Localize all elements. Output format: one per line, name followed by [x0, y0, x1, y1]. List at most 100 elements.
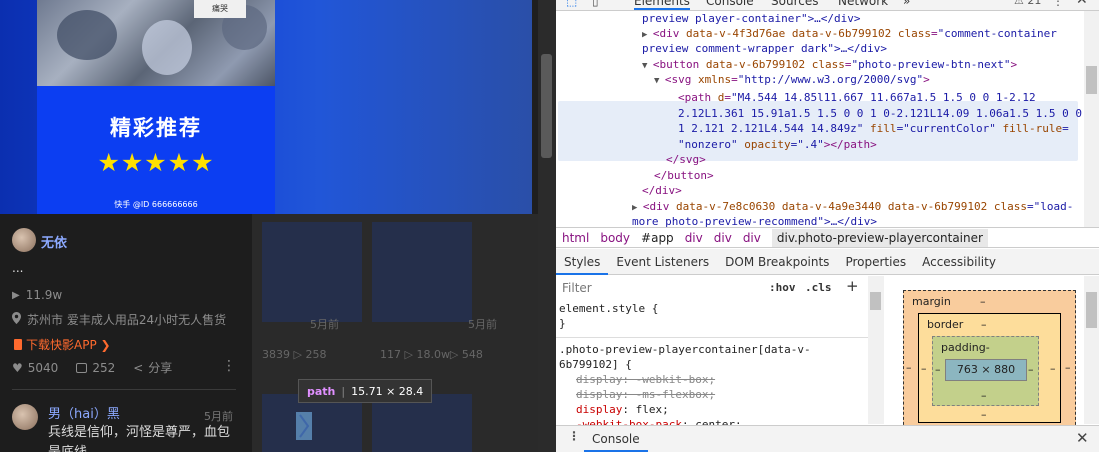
dom-line[interactable]: ▼ <svg xmlns="http://www.w3.org/2000/svg…	[654, 72, 1086, 90]
dom-scrollbar[interactable]	[1084, 11, 1099, 227]
dom-line[interactable]: </svg>	[666, 152, 1086, 168]
property-value[interactable]: : flex;	[622, 403, 668, 416]
more-options-icon[interactable]: ⋮	[222, 359, 236, 373]
warning-count[interactable]: ⚠ 21	[1014, 0, 1041, 7]
dom-line-selected[interactable]: 1 2.121 2.121L4.544 14.849z" fill="curre…	[678, 121, 1086, 137]
like-button[interactable]: ♥ 5040	[12, 361, 58, 375]
tab-styles[interactable]: Styles	[556, 249, 609, 275]
video-thumbnail[interactable]: 痛哭	[37, 0, 275, 86]
padding-value[interactable]: –	[981, 389, 987, 402]
hover-state-toggle[interactable]: :hov	[769, 281, 796, 294]
overridden-declaration[interactable]: display: -ms-flexbox;	[576, 388, 715, 401]
collapse-triangle-icon[interactable]: ▼	[642, 61, 653, 71]
dom-line-selected[interactable]: 2.12L1.361 15.91a1.5 1.5 0 0 1 0-2.121L1…	[678, 106, 1086, 122]
recommend-time: 5月前	[310, 318, 339, 331]
tooltip-tag: path	[307, 384, 336, 398]
rule-selector[interactable]: element.style {	[556, 301, 868, 316]
recommend-stats: 3839 ▷ 258	[262, 348, 327, 361]
border-label: border	[927, 318, 964, 331]
box-model-padding[interactable]: padding- – – – 763 × 880	[932, 336, 1039, 406]
styles-filter-input[interactable]	[558, 278, 758, 298]
dom-scrollbar-thumb[interactable]	[1086, 66, 1097, 94]
dom-tree: preview player-container">…</div> ▶ <div…	[556, 11, 1086, 227]
share-button[interactable]: < 分享	[133, 359, 172, 376]
dom-line[interactable]: </button>	[654, 168, 1086, 184]
tab-network[interactable]: Network	[838, 0, 888, 8]
margin-value[interactable]: –	[980, 295, 986, 308]
breadcrumb-item[interactable]: body	[600, 231, 630, 245]
margin-value[interactable]: –	[906, 361, 912, 374]
commenter-avatar[interactable]	[12, 404, 38, 430]
comment-author[interactable]: 男（hai）黑	[48, 403, 120, 422]
comment-button[interactable]: 252	[76, 361, 115, 375]
comment-text: 兵线是信仰，河怪是尊严，血包是底线	[48, 425, 231, 452]
dom-line-selected[interactable]: <path d="M4.544 14.85l11.667 11.667a1.5 …	[678, 90, 1086, 106]
box-model-border[interactable]: border – – – – padding- – – – 763 × 880	[918, 313, 1061, 423]
border-value[interactable]: –	[921, 362, 927, 375]
dom-line[interactable]: </div>	[642, 183, 1086, 199]
drawer-menu-icon[interactable]: ⋮	[568, 429, 580, 443]
drawer-tab-console[interactable]: Console	[584, 426, 648, 452]
breadcrumb-item[interactable]: div	[714, 231, 732, 245]
author-avatar[interactable]	[12, 228, 36, 252]
rule-brace: }	[559, 317, 566, 330]
style-declaration[interactable]: display: -ms-flexbox;	[556, 387, 868, 402]
box-model-margin[interactable]: margin – – – border – – – – padding- – –…	[903, 290, 1076, 430]
tab-dom-breakpoints[interactable]: DOM Breakpoints	[717, 249, 837, 275]
tab-sources[interactable]: Sources	[771, 0, 818, 8]
style-declaration[interactable]: display: flex;	[556, 402, 868, 417]
breadcrumb-item[interactable]: #app	[641, 231, 674, 245]
divider	[12, 389, 236, 390]
border-value[interactable]: –	[981, 408, 987, 421]
collapse-triangle-icon[interactable]: ▼	[654, 76, 665, 86]
device-toolbar-icon[interactable]: ▯	[592, 0, 599, 8]
inspect-element-icon[interactable]: ⬚	[566, 0, 577, 8]
download-app-label: 下载快影APP ❯	[26, 338, 111, 352]
rule-selector[interactable]: .photo-preview-playercontainer[data-v-	[556, 342, 868, 357]
style-declaration[interactable]: display: -webkit-box;	[556, 372, 868, 387]
padding-value[interactable]: –	[935, 363, 941, 376]
class-toggle[interactable]: .cls	[805, 281, 832, 294]
location: 苏州市 爱丰成人用品24小时无人售货	[12, 311, 226, 328]
styles-scrollbar-thumb[interactable]	[870, 292, 881, 310]
tab-console[interactable]: Console	[706, 0, 754, 8]
author-name[interactable]: 无依	[41, 232, 67, 251]
property-name[interactable]: display	[576, 403, 622, 416]
tab-event-listeners[interactable]: Event Listeners	[608, 249, 717, 275]
play-count-value: 11.9w	[25, 288, 63, 302]
expand-triangle-icon[interactable]: ▶	[632, 203, 643, 213]
more-tabs-icon[interactable]: »	[903, 0, 910, 8]
dom-line-selected[interactable]: "nonzero" opacity=".4"></path>	[678, 137, 1086, 153]
tooltip-size: 15.71 × 28.4	[351, 384, 424, 398]
dom-line[interactable]: more photo-preview-recommend">…</div>	[632, 214, 1086, 227]
video-card[interactable]: 痛哭 精彩推荐 ★★★★★ 快手 @ID 666666666	[37, 0, 275, 214]
close-drawer-icon[interactable]: ✕	[1076, 429, 1089, 447]
star-rating: ★★★★★	[97, 148, 215, 177]
new-style-rule-button[interactable]: +	[846, 277, 859, 295]
tab-properties[interactable]: Properties	[837, 249, 914, 275]
breadcrumb-item[interactable]: div	[685, 231, 703, 245]
page-scrollbar-thumb[interactable]	[541, 54, 552, 158]
expand-triangle-icon[interactable]: ▶	[642, 30, 653, 40]
dom-line[interactable]: preview comment-wrapper dark">…</div>	[642, 41, 1086, 57]
box-model-scrollbar-thumb[interactable]	[1086, 292, 1097, 328]
tab-elements[interactable]: Elements	[634, 0, 690, 10]
heart-icon: ♥	[12, 360, 23, 375]
border-value[interactable]: –	[1050, 362, 1056, 375]
tab-accessibility[interactable]: Accessibility	[914, 249, 1004, 275]
thumb-sticker: 痛哭	[194, 0, 246, 18]
devtools-toolbar: ⬚ ▯ Elements Console Sources Network » ⚠…	[556, 0, 1099, 11]
close-devtools-icon[interactable]: ✕	[1076, 0, 1088, 8]
breadcrumb-item-active[interactable]: div.photo-preview-playercontainer	[771, 228, 988, 247]
rule-selector[interactable]: 6b799102] {	[556, 357, 868, 372]
padding-value[interactable]: –	[1028, 363, 1034, 376]
breadcrumb-item[interactable]: html	[562, 231, 589, 245]
breadcrumb-item[interactable]: div	[743, 231, 761, 245]
overridden-declaration[interactable]: display: -webkit-box;	[576, 373, 715, 386]
margin-value[interactable]: –	[1065, 361, 1071, 374]
box-model-content-size[interactable]: 763 × 880	[945, 359, 1027, 381]
devtools-menu-icon[interactable]: ⋮	[1052, 0, 1064, 8]
border-value[interactable]: –	[981, 318, 987, 331]
download-app-link[interactable]: 下载快影APP ❯	[14, 336, 111, 353]
dom-line[interactable]: preview player-container">…</div>	[642, 11, 1086, 27]
